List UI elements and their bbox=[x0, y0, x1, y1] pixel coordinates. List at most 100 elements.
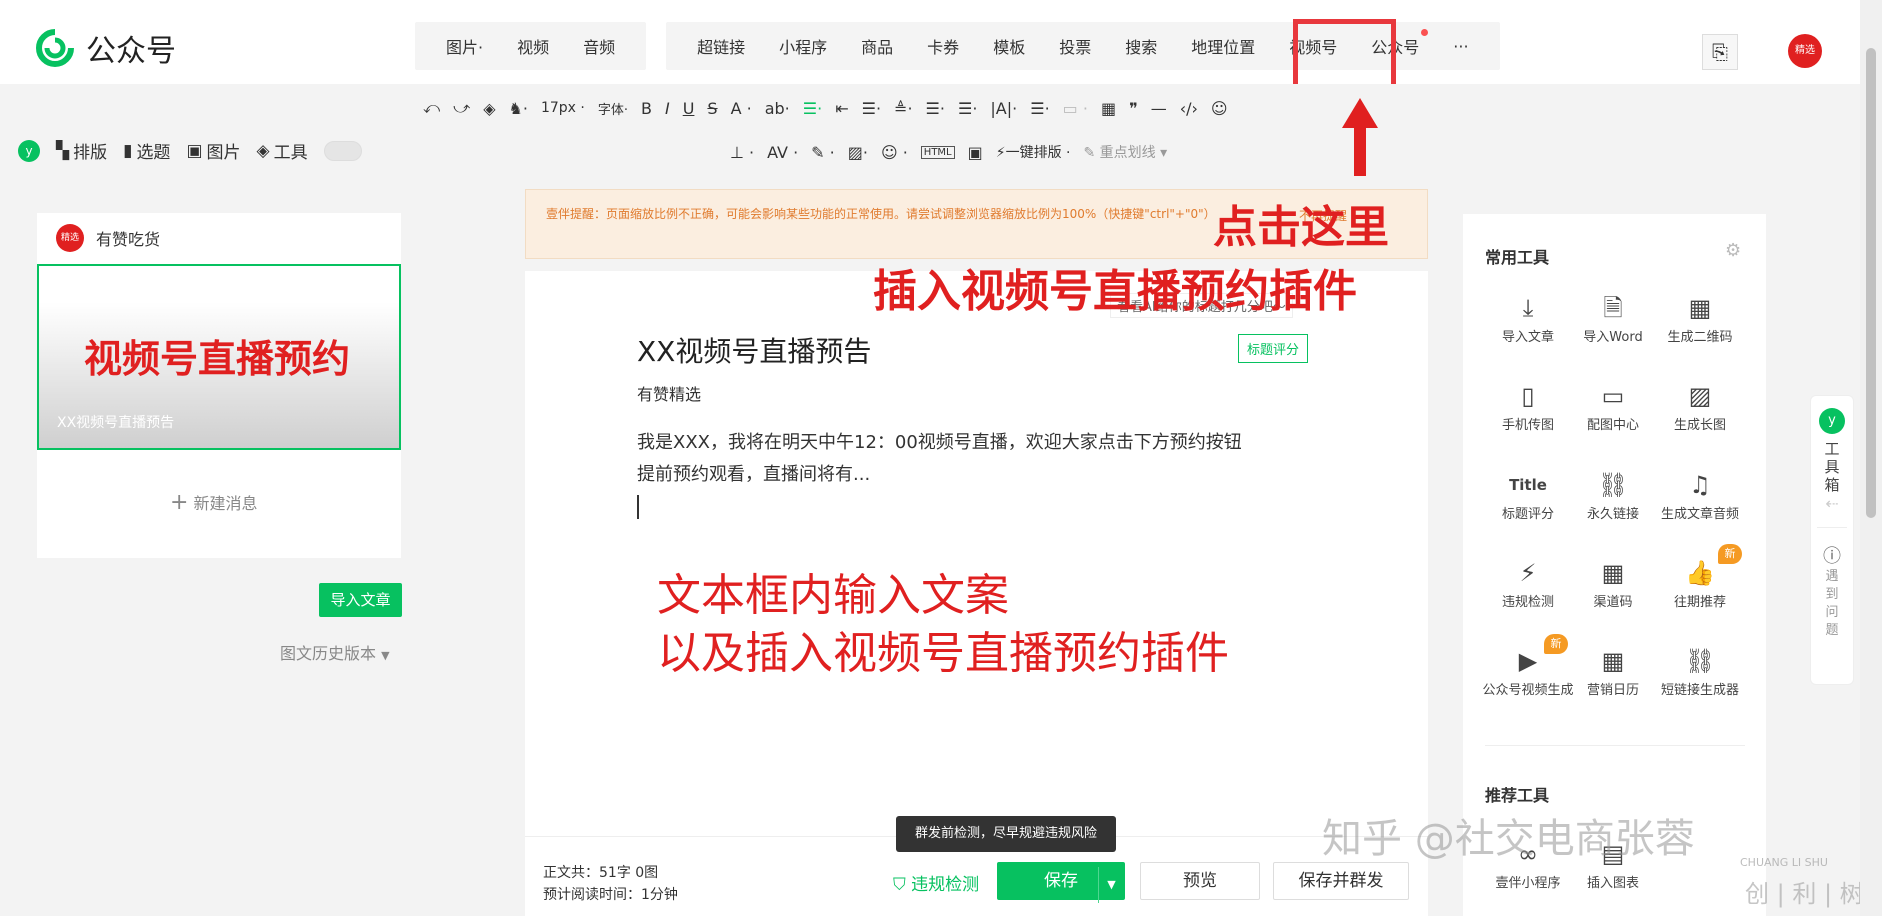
history-version-link[interactable]: 图文历史版本 ▼ bbox=[280, 640, 390, 664]
tools-label: 工具 bbox=[273, 143, 308, 163]
article-title-input[interactable]: XX视频号直播预告 bbox=[637, 330, 871, 370]
italic-icon[interactable]: I bbox=[665, 99, 670, 118]
tool-import-word[interactable]: 🗎 导入Word bbox=[1563, 290, 1663, 345]
new-badge: 新 bbox=[1544, 634, 1568, 654]
case-icon[interactable]: ▣ bbox=[968, 143, 983, 162]
eraser-icon[interactable]: ◈ bbox=[483, 99, 495, 118]
vertical-align-icon[interactable]: ⊥ · bbox=[730, 143, 754, 162]
bold-icon[interactable]: B bbox=[641, 99, 652, 118]
font-color-icon[interactable]: A · bbox=[731, 99, 752, 118]
strikethrough-icon[interactable]: S bbox=[707, 99, 717, 118]
layout-button[interactable]: ▚ 排版 bbox=[56, 138, 107, 164]
underline-icon[interactable]: U bbox=[683, 99, 695, 118]
background-color-icon[interactable]: ab· bbox=[765, 99, 790, 118]
topic-button[interactable]: ▮ 选题 bbox=[123, 138, 170, 164]
align-icon[interactable]: ☰· bbox=[803, 99, 822, 118]
settings-gear-icon[interactable]: ⚙ bbox=[1725, 240, 1741, 261]
format-painter-icon[interactable]: ♞· bbox=[509, 99, 528, 118]
one-click-format-button[interactable]: ⚡一键排版 · bbox=[996, 142, 1071, 162]
article-body[interactable]: 我是XXX，我将在明天中午12：00视频号直播，欢迎大家点击下方预约按钮 提前预… bbox=[637, 427, 1242, 519]
zhihu-watermark: 知乎 @社交电商张蓉 bbox=[1322, 816, 1695, 862]
tool-label: 生成二维码 bbox=[1667, 330, 1733, 345]
menu-item-product[interactable]: 商品 bbox=[844, 34, 910, 58]
tool-permanent-link[interactable]: ⛓ 永久链接 bbox=[1563, 467, 1663, 522]
menu-item-location[interactable]: 地理位置 bbox=[1174, 34, 1272, 58]
divider-icon[interactable]: — bbox=[1151, 99, 1167, 118]
tool-long-image[interactable]: ▨ 生成长图 bbox=[1650, 378, 1750, 433]
list-spacing-icon[interactable]: ☰· bbox=[958, 99, 977, 118]
scrollbar-thumb[interactable] bbox=[1866, 48, 1876, 518]
cover-title: XX视频号直播预告 bbox=[57, 415, 175, 431]
menu-item-hyperlink[interactable]: 超链接 bbox=[680, 34, 762, 58]
quote-icon[interactable]: ❞ bbox=[1129, 99, 1138, 118]
help-button[interactable]: 遇到问题 bbox=[1823, 568, 1841, 640]
yiban-icon: y bbox=[1819, 408, 1845, 434]
magic-wand-icon[interactable]: ✎ · bbox=[811, 143, 835, 162]
indent-icon[interactable]: ⇤ bbox=[835, 99, 848, 118]
image-button[interactable]: ▣ 图片 bbox=[186, 138, 240, 164]
image-style-icon[interactable]: ▨· bbox=[848, 143, 868, 162]
new-dot-icon bbox=[1421, 29, 1429, 36]
wechat-mp-logo[interactable]: 公众号 bbox=[36, 26, 176, 70]
menu-item-vote[interactable]: 投票 bbox=[1042, 34, 1108, 58]
tool-article-audio[interactable]: ♫ 生成文章音频 bbox=[1650, 467, 1750, 522]
document-switch-icon[interactable]: ⎘ bbox=[1702, 34, 1738, 70]
undo-icon[interactable]: ⤺ bbox=[423, 98, 440, 118]
font-family-select[interactable]: 字体· bbox=[598, 99, 628, 118]
import-article-button[interactable]: 导入文章 bbox=[319, 583, 402, 617]
new-badge: 新 bbox=[1718, 544, 1742, 564]
menu-item-audio[interactable]: 音频 bbox=[566, 34, 632, 58]
border-icon[interactable]: ▭ · bbox=[1063, 99, 1088, 118]
tools-button[interactable]: ◈ 工具 bbox=[257, 138, 308, 164]
menu-item-video[interactable]: 视频 bbox=[500, 34, 566, 58]
new-message-label: 新建消息 bbox=[193, 494, 258, 513]
save-dropdown-icon[interactable]: ▼ bbox=[1098, 867, 1124, 903]
save-button[interactable]: 保存 ▼ bbox=[997, 862, 1125, 903]
tool-label: 短链接生成器 bbox=[1660, 683, 1739, 698]
char-spacing-icon[interactable]: AV · bbox=[767, 143, 798, 162]
tool-short-link[interactable]: ⛓ 短链接生成器 bbox=[1650, 643, 1750, 698]
redo-icon[interactable]: ⤻ bbox=[453, 98, 470, 118]
justify-icon[interactable]: ☰· bbox=[862, 99, 881, 118]
emoji-icon[interactable]: ☺ bbox=[1211, 99, 1228, 118]
account-avatar-small: 精选 bbox=[56, 224, 84, 252]
panel-divider bbox=[1485, 745, 1745, 746]
tool-qrcode[interactable]: ▦ 生成二维码 bbox=[1650, 290, 1750, 345]
annotation-line-1: 文本框内输入文案 bbox=[657, 570, 1009, 621]
preview-button[interactable]: 预览 bbox=[1140, 862, 1260, 900]
author-input[interactable]: 有赞精选 bbox=[637, 381, 701, 405]
tool-channel-code[interactable]: ▦ 渠道码 bbox=[1563, 555, 1663, 610]
highlight-underline-button[interactable]: ✎ 重点划线 ▾ bbox=[1083, 142, 1167, 162]
table-icon[interactable]: ▦ bbox=[1101, 99, 1116, 118]
font-size-select[interactable]: 17px · bbox=[541, 100, 585, 116]
menu-item-miniprogram[interactable]: 小程序 bbox=[762, 34, 844, 58]
menu-item-template[interactable]: 模板 bbox=[976, 34, 1042, 58]
tool-image-center[interactable]: ▭ 配图中心 bbox=[1563, 378, 1663, 433]
account-avatar[interactable]: 精选 bbox=[1788, 34, 1822, 68]
bullet-list-icon[interactable]: ☰· bbox=[1030, 99, 1049, 118]
cover-headline: 视频号直播预约 bbox=[84, 337, 351, 381]
new-message-button[interactable]: + 新建消息 bbox=[170, 490, 258, 515]
letter-spacing-icon[interactable]: |A|· bbox=[990, 99, 1017, 118]
line-height-icon[interactable]: ☰· bbox=[926, 99, 945, 118]
recommended-tools-title: 推荐工具 bbox=[1485, 786, 1550, 805]
menu-more-button[interactable]: ··· bbox=[1436, 37, 1485, 56]
article-cover[interactable]: 视频号直播预约 XX视频号直播预告 bbox=[37, 264, 401, 450]
brand-watermark-en: CHUANG LI SHU bbox=[1740, 856, 1828, 869]
menu-item-coupon[interactable]: 卡券 bbox=[910, 34, 976, 58]
emoji2-icon[interactable]: ☺ · bbox=[881, 143, 908, 162]
title-score-button[interactable]: 标题评分 bbox=[1238, 334, 1309, 363]
violation-check-button[interactable]: ⛉ 违规检测 bbox=[893, 870, 979, 895]
html-icon[interactable]: HTML bbox=[920, 145, 955, 159]
menu-item-search[interactable]: 搜索 bbox=[1108, 34, 1174, 58]
annotation-click-here: 点击这里 bbox=[1213, 202, 1389, 253]
paragraph-spacing-icon[interactable]: ≜· bbox=[894, 99, 913, 118]
save-and-publish-button[interactable]: 保存并群发 bbox=[1273, 862, 1409, 900]
menu-item-image[interactable]: 图片· bbox=[429, 34, 500, 58]
plugin-toggle[interactable] bbox=[323, 140, 362, 161]
tool-label: 往期推荐 bbox=[1673, 595, 1726, 610]
toolbox-button[interactable]: 工具箱 bbox=[1823, 440, 1841, 494]
picture-icon: ▭ bbox=[1601, 382, 1625, 410]
tool-marketing-calendar[interactable]: ▦ 营销日历 bbox=[1563, 643, 1663, 698]
code-icon[interactable]: ‹/› bbox=[1180, 99, 1198, 118]
